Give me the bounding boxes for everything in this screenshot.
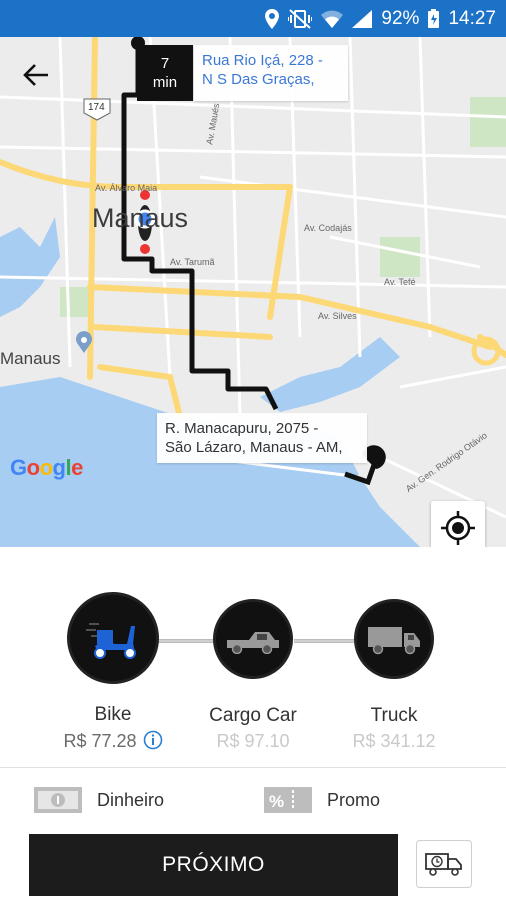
next-button[interactable]: PRÓXIMO <box>29 834 398 896</box>
signal-icon <box>352 9 373 28</box>
scooter-icon <box>86 623 136 659</box>
destination-address-line2: São Lázaro, Manaus - AM, <box>165 439 343 456</box>
eta-value: 7 <box>160 55 170 72</box>
road-label-silves: Av. Silves <box>318 311 357 321</box>
wifi-icon <box>321 10 344 28</box>
poi-label: Manaus <box>0 349 61 368</box>
vehicle-price: R$ 97.10 <box>216 731 290 751</box>
vehicle-option-cargo-car[interactable]: Cargo Car R$ 97.10 <box>176 599 330 752</box>
payment-options: Dinheiro % Promo <box>0 767 506 833</box>
clock: 14:27 <box>448 7 496 29</box>
app-screen: 92% 14:27 Manaus Manaus Av. Álvaro Maia … <box>0 0 506 900</box>
promo-option[interactable]: % Promo <box>263 786 380 814</box>
cash-label: Dinheiro <box>97 789 165 810</box>
route-shield-label: 174 <box>88 102 105 113</box>
promo-label: Promo <box>327 789 381 810</box>
road-label-alvaro-maia: Av. Álvaro Maia <box>95 183 158 193</box>
box-truck-icon <box>368 627 420 655</box>
arrow-left-icon <box>23 64 48 86</box>
back-button[interactable] <box>18 57 54 93</box>
schedule-button[interactable] <box>416 840 472 888</box>
vehicle-name: Truck <box>370 705 418 726</box>
eta-unit: min <box>152 74 178 91</box>
eta-badge: 7 min <box>137 45 193 101</box>
road-label-tefe: Av. Tefé <box>384 277 416 287</box>
origin-address-line2: N S Das Graças, <box>202 71 315 88</box>
cash-icon <box>34 787 82 813</box>
truck-circle <box>354 599 434 679</box>
my-location-button[interactable] <box>431 501 485 547</box>
location-icon <box>265 8 280 29</box>
bike-circle <box>67 592 159 684</box>
road-label-taruma: Av. Tarumã <box>170 257 215 267</box>
vehicle-name: Cargo Car <box>209 705 297 726</box>
origin-address-callout[interactable]: Rua Rio Içá, 228 - N S Das Graças, <box>194 45 348 101</box>
vehicle-selector: Bike R$ 77.28 Cargo Car R$ 97.10 Truck R… <box>0 547 506 767</box>
destination-address-callout[interactable]: R. Manacapuru, 2075 - São Lázaro, Manaus… <box>157 413 367 463</box>
route-map[interactable]: Manaus Manaus Av. Álvaro Maia Av. Codajá… <box>0 37 506 547</box>
battery-charging-icon <box>428 9 440 28</box>
info-icon[interactable] <box>143 730 163 750</box>
city-label: Manaus <box>92 203 189 233</box>
battery-percent: 92% <box>381 7 420 29</box>
pickup-truck-icon <box>227 632 279 654</box>
google-logo: Google <box>10 455 83 480</box>
svg-text:%: % <box>269 792 284 811</box>
cargo-car-circle <box>213 599 293 679</box>
cash-payment-option[interactable]: Dinheiro <box>33 786 164 814</box>
vehicle-name: Bike <box>94 704 132 725</box>
vehicle-price: R$ 77.28 <box>36 730 190 752</box>
destination-address-line1: R. Manacapuru, 2075 - <box>165 420 319 437</box>
vehicle-price: R$ 341.12 <box>352 731 436 751</box>
vibrate-mute-icon <box>288 8 313 29</box>
crosshair-icon <box>441 511 475 545</box>
promo-ticket-icon: % <box>264 787 312 813</box>
status-bar: 92% 14:27 <box>0 0 506 37</box>
delivery-truck-clock-icon <box>425 853 462 876</box>
road-label-codajas: Av. Codajás <box>304 223 352 233</box>
origin-address-line1: Rua Rio Içá, 228 - <box>202 52 323 69</box>
vehicle-option-truck[interactable]: Truck R$ 341.12 <box>317 599 471 752</box>
vehicle-option-bike[interactable]: Bike R$ 77.28 <box>36 592 190 752</box>
